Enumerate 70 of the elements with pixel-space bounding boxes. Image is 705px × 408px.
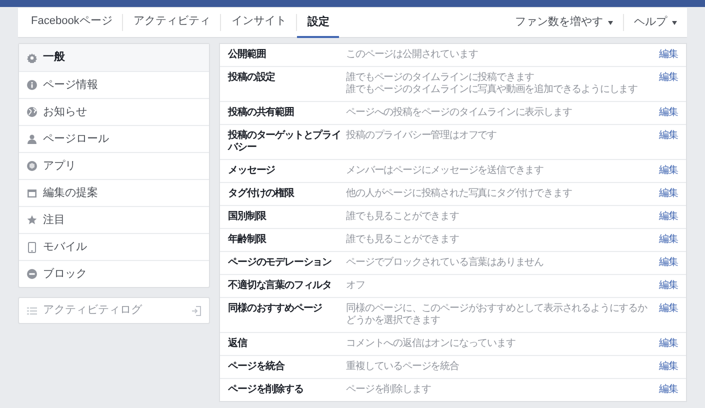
setting-label: 投稿の設定 <box>228 72 276 84</box>
edit-link[interactable]: 編集 <box>659 257 678 269</box>
cube-icon <box>27 161 37 171</box>
setting-value: このページは公開されています <box>346 49 479 61</box>
edit-link[interactable]: 編集 <box>659 280 678 292</box>
caret-icon <box>608 20 613 24</box>
edit-link[interactable]: 編集 <box>659 165 678 177</box>
nav-tab[interactable]: アクティビティ <box>123 8 220 37</box>
nav-tab[interactable]: 設定 <box>297 8 340 38</box>
calendar-icon <box>27 188 37 198</box>
edit-link[interactable]: 編集 <box>659 211 678 223</box>
edit-link[interactable]: 編集 <box>659 234 678 246</box>
sidebar-item[interactable]: ブロック <box>19 260 210 287</box>
setting-label: 投稿の共有範囲 <box>228 107 295 119</box>
nav-menu[interactable]: ファン数を増やす <box>505 8 623 37</box>
setting-label: メッセージ <box>228 165 276 177</box>
person-icon <box>27 134 37 144</box>
list-icon <box>27 306 37 314</box>
edit-link[interactable]: 編集 <box>659 338 678 350</box>
edit-link[interactable]: 編集 <box>659 130 678 142</box>
setting-label: 公開範囲 <box>228 49 267 61</box>
setting-label: 投稿のターゲットとプライバシー <box>228 130 342 154</box>
caret-icon <box>672 20 677 24</box>
sidebar-item[interactable]: 注目 <box>19 206 210 233</box>
setting-label: 国別制限 <box>228 211 268 223</box>
star-icon <box>27 215 37 225</box>
setting-label: 返信 <box>228 338 248 350</box>
sidebar-item[interactable]: お知らせ <box>19 98 210 125</box>
edit-link[interactable]: 編集 <box>659 188 678 200</box>
setting-value: コメントへの返信はオンになっています <box>346 338 516 350</box>
setting-value: ページを削除します <box>346 384 432 396</box>
setting-label: 不適切な言葉のフィルタ <box>228 280 333 292</box>
sidebar-item[interactable]: ページロール <box>19 125 210 152</box>
nav-tab[interactable]: Facebookページ <box>21 8 122 37</box>
setting-value: 誰でも見ることができます <box>346 234 460 246</box>
setting-label: タグ付けの権限 <box>228 188 296 200</box>
setting-label: ページのモデレーション <box>228 257 333 269</box>
exit-icon <box>191 306 202 316</box>
nav-menu[interactable]: ヘルプ <box>624 8 687 37</box>
info-icon <box>27 80 37 90</box>
edit-link[interactable]: 編集 <box>659 384 678 396</box>
edit-link[interactable]: 編集 <box>659 303 678 315</box>
setting-value: 投稿のプライバシー管理はオフです <box>346 130 498 142</box>
setting-value: 他の人がページに投稿された写真にタグ付けできます <box>346 188 573 200</box>
nav-tab[interactable]: インサイト <box>221 8 296 37</box>
edit-link[interactable]: 編集 <box>659 72 678 84</box>
setting-label: ページを削除する <box>228 384 304 396</box>
edit-link[interactable]: 編集 <box>659 107 678 119</box>
sidebar-item[interactable]: モバイル <box>19 233 210 260</box>
sidebar-item[interactable]: アプリ <box>19 152 210 179</box>
setting-value: 誰でもページのタイムラインに写真や動画を追加できるようにします <box>346 84 639 96</box>
phone-icon <box>28 242 36 252</box>
setting-value: 誰でも見ることができます <box>346 211 460 223</box>
setting-value: ページへの投稿をページのタイムラインに表示します <box>346 107 573 119</box>
edit-link[interactable]: 編集 <box>659 361 678 373</box>
setting-value: メンバーはページにメッセージを送信できます <box>346 165 545 177</box>
setting-label: 年齢制限 <box>228 234 268 246</box>
setting-label: ページを統合 <box>228 361 286 373</box>
setting-label: 同様のおすすめページ <box>228 303 324 315</box>
setting-value: 誰でもページのタイムラインに投稿できます <box>346 72 536 84</box>
setting-value: 重複しているページを統合 <box>346 361 460 373</box>
setting-value: ページでブロックされている言葉はありません <box>346 257 545 269</box>
setting-value: 同様のページに、このページがおすすめとして表示されるようにするかどうかを選択できます <box>346 303 648 327</box>
sidebar-item[interactable]: 一般 <box>19 44 210 71</box>
gear-icon <box>27 52 37 62</box>
sidebar-item[interactable]: 編集の提案 <box>19 179 210 206</box>
sidebar-item[interactable]: ページ情報 <box>19 71 210 98</box>
edit-link[interactable]: 編集 <box>659 49 678 61</box>
setting-value: オフ <box>346 280 366 292</box>
minus-circle-icon <box>27 269 37 279</box>
